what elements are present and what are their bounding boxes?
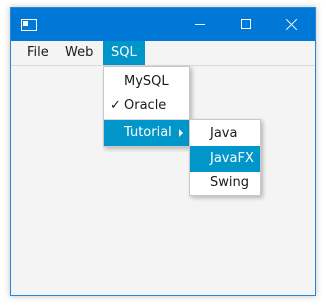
menu-item-label: Tutorial [124, 125, 172, 140]
minimize-icon [195, 24, 205, 25]
menu-web[interactable]: Web [57, 41, 101, 65]
submenu-item-label: Swing [210, 175, 249, 190]
menu-item-label: MySQL [124, 74, 169, 89]
window-icon[interactable] [21, 19, 37, 31]
submenu-item-java[interactable]: Java [190, 121, 260, 147]
menu-item-label: Oracle [124, 98, 167, 113]
menu-item-oracle[interactable]: ✓ Oracle [104, 93, 189, 119]
maximize-icon [241, 19, 251, 29]
submenu-item-label: JavaFX [210, 151, 254, 166]
checkmark-icon: ✓ [110, 98, 121, 113]
menu-sql[interactable]: SQL [103, 41, 145, 65]
app-window: File Web SQL [10, 7, 316, 296]
sql-dropdown-menu: MySQL ✓ Oracle Tutorial [103, 66, 190, 147]
menu-bar: File Web SQL [11, 41, 315, 66]
menu-file[interactable]: File [19, 41, 57, 65]
submenu-item-javafx[interactable]: JavaFX [190, 146, 260, 172]
menu-item-tutorial[interactable]: Tutorial [104, 120, 189, 146]
close-icon [286, 18, 298, 30]
submenu-item-swing[interactable]: Swing [190, 170, 260, 196]
tutorial-submenu: Java JavaFX Swing [189, 119, 261, 196]
submenu-item-label: Java [210, 126, 238, 141]
title-bar[interactable] [11, 8, 315, 41]
close-button[interactable] [269, 8, 315, 41]
submenu-arrow-icon [179, 129, 183, 137]
menu-item-mysql[interactable]: MySQL [104, 69, 189, 95]
minimize-button[interactable] [177, 8, 223, 41]
maximize-button[interactable] [223, 8, 269, 41]
